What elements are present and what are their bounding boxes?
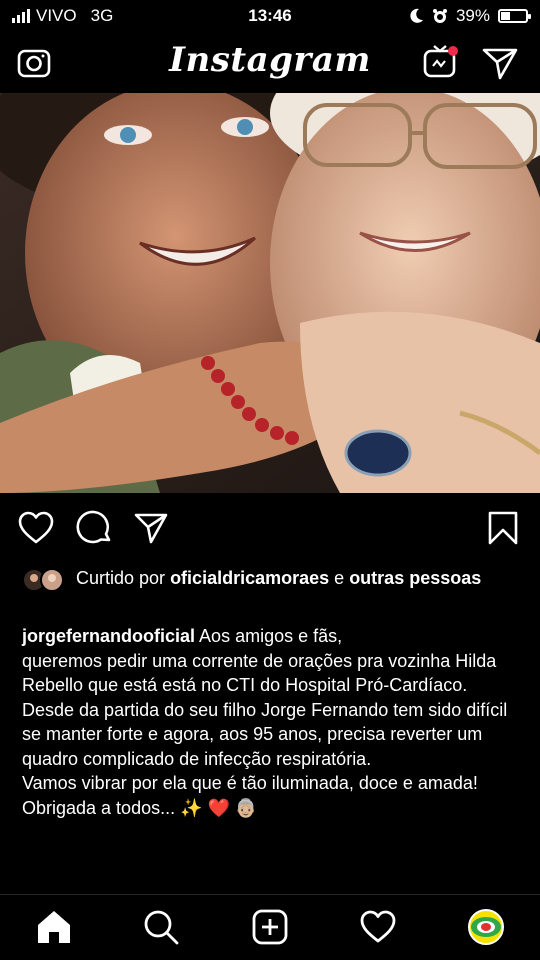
liker-avatars [22,568,64,592]
search-icon[interactable] [141,907,181,947]
igtv-icon[interactable] [420,42,460,82]
heart-icon[interactable] [17,509,55,547]
add-post-icon[interactable] [250,907,290,947]
battery-percent: 39% [455,6,490,25]
bottom-tab-bar [0,894,540,960]
post-photo[interactable] [0,93,540,493]
profile-avatar[interactable] [466,907,506,947]
post-author-username[interactable]: jorgefernandooficial [22,626,195,646]
post-caption: jorgefernandooficial Aos amigos e fãs, q… [22,624,522,820]
liker-username[interactable]: oficialdricamoraes [170,568,329,588]
caption-line: queremos pedir uma corrente de orações p… [22,650,497,696]
home-icon[interactable] [34,907,74,947]
moon-icon [410,8,423,23]
caption-line: Aos amigos e fãs, [199,626,343,646]
other-likers[interactable]: outras pessoas [349,568,481,588]
caption-line: Vamos vibrar por ela que é tão iluminada… [22,773,478,793]
paper-plane-icon[interactable] [480,42,520,82]
activity-heart-icon[interactable] [358,907,398,947]
liked-by-prefix: Curtido por [76,568,166,588]
battery-fill [501,12,510,20]
bookmark-icon[interactable] [484,509,522,547]
status-right: 39% [410,6,531,26]
alarm-icon [432,9,447,23]
battery-icon [498,9,531,23]
post-actions [0,505,540,551]
share-icon[interactable] [132,509,170,547]
liked-by-conjunction: e [334,568,345,588]
post-image [0,93,540,493]
comment-icon[interactable] [76,509,114,547]
caption-line: Obrigada a todos... ✨ ❤️ 👵🏼 [22,797,258,818]
app-header: Instagram [0,34,540,90]
caption-line: Desde da partida do seu filho Jorge Fern… [22,699,508,769]
status-bar: VIVO 3G 13:46 39% [0,0,540,32]
likes-summary[interactable]: Curtido por oficialdricamoraes e outras … [22,566,522,592]
